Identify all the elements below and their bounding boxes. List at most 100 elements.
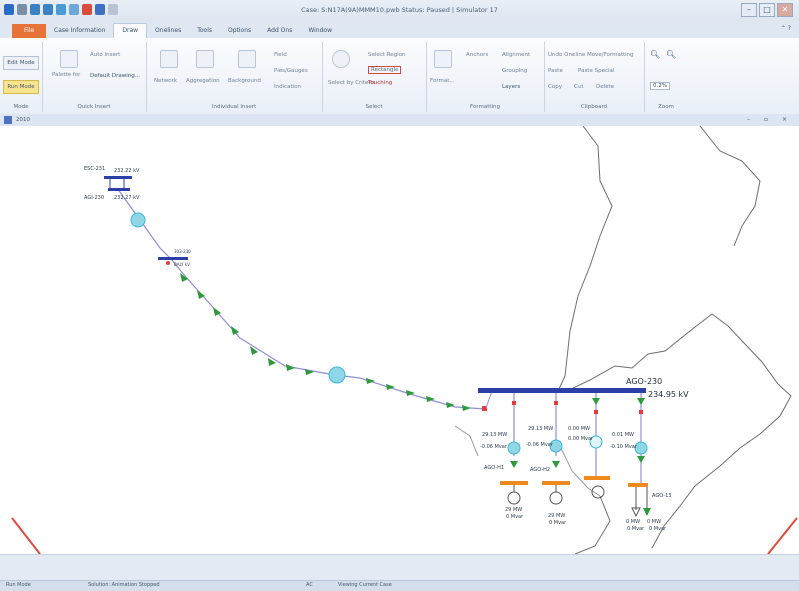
bottom-panel <box>0 554 799 581</box>
palette-icon[interactable] <box>60 50 78 68</box>
status-ac: AC <box>306 582 313 588</box>
label-gen-2-mw: 29 MW <box>548 513 566 519</box>
group-label-select: Select <box>365 104 383 110</box>
label-agi-230-name: AGI-230 <box>84 195 105 201</box>
run-mode-button[interactable]: Run Mode <box>3 80 39 94</box>
zoom-in-icon[interactable]: 🔍︎ <box>650 50 660 59</box>
label-esc-231-kv: 232.22 kV <box>114 168 140 174</box>
tab-tools[interactable]: Tools <box>189 24 220 38</box>
oneline-diagram[interactable] <box>0 126 799 554</box>
touching-dropdown[interactable]: Touching <box>368 80 392 86</box>
copy-button[interactable]: Copy <box>548 84 562 90</box>
label-esc-231-name: ESC-231 <box>84 166 106 172</box>
tab-add-ons[interactable]: Add Ons <box>259 24 300 38</box>
format-button[interactable]: Format... <box>430 78 455 84</box>
label-load-mvar: 0 Mvar <box>627 526 645 532</box>
red-boundary-right <box>767 517 798 554</box>
flow-arrow <box>231 326 239 335</box>
help-icon[interactable]: ⌃ ? <box>781 25 791 32</box>
status-bar: Run Mode Solution: Animation Stopped AC … <box>0 580 799 591</box>
group-label-individual-insert: Individual Insert <box>211 104 257 110</box>
group-select: Select by Criteria Select Region Rectang… <box>322 42 427 112</box>
zoom-out-icon[interactable]: 🔍︎ <box>666 50 676 59</box>
minimize-button[interactable]: – <box>741 3 757 17</box>
select-region-button[interactable]: Select Region <box>368 52 406 58</box>
group-label-mode: Mode <box>13 104 29 110</box>
label-flow-4-mw: 0.01 MW <box>612 432 634 438</box>
document-name[interactable]: 2010 <box>16 117 30 123</box>
maximize-button[interactable]: □ <box>759 3 775 17</box>
format-icon[interactable] <box>434 50 452 68</box>
grouping-button[interactable]: Grouping <box>502 68 527 74</box>
feeder-4 <box>628 393 651 518</box>
field-button[interactable]: Field <box>274 52 287 58</box>
tab-onelines[interactable]: Onelines <box>147 24 189 38</box>
alignment-button[interactable]: Alignment <box>502 52 530 58</box>
tab-window[interactable]: Window <box>300 24 340 38</box>
window-controls: – □ ✕ <box>741 3 793 17</box>
background-icon[interactable] <box>238 50 256 68</box>
tab-case-information[interactable]: Case Information <box>46 24 113 38</box>
label-flow-1-mvar: -0.06 Mvar <box>480 444 507 450</box>
feeder-2 <box>542 393 570 505</box>
undo-button[interactable]: Undo Oneline Move/Formatting <box>548 52 634 58</box>
label-flow-1-mw: 29.13 MW <box>482 432 508 438</box>
tab-file[interactable]: File <box>12 24 47 38</box>
label-gen-1-mvar: 0 Mvar <box>506 514 524 520</box>
group-label-clipboard: Clipboard <box>580 104 608 110</box>
oneline-icon <box>4 116 12 124</box>
pies-gauges-button[interactable]: Pies/Gauges <box>274 68 308 74</box>
status-solution: Solution: Animation Stopped <box>88 582 160 588</box>
label-flow-2-mvar: -0.06 Mvar <box>526 442 553 448</box>
paste-button[interactable]: Paste <box>548 68 563 74</box>
breaker-mid <box>166 261 170 265</box>
tab-draw[interactable]: Draw <box>113 23 148 38</box>
label-flow-3-mvar: 0.00 Mvar <box>568 436 594 442</box>
layers-button[interactable]: Layers <box>502 84 520 90</box>
background-button[interactable]: Background <box>228 78 261 84</box>
group-label-formatting: Formatting <box>469 104 501 110</box>
bus-ago-230 <box>478 388 646 393</box>
aggregation-button[interactable]: Aggregation <box>186 78 220 84</box>
auto-insert-button[interactable]: Auto Insert <box>90 52 120 58</box>
indication-button[interactable]: Indication <box>274 84 301 90</box>
label-load-2-mvar: 0 Mvar <box>649 526 667 532</box>
delete-button[interactable]: Delete <box>596 84 614 90</box>
group-formatting: Format... Anchors Alignment Grouping Lay… <box>426 42 545 112</box>
ribbon: Edit Mode Run Mode Mode Palette for Auto… <box>0 38 799 115</box>
group-zoom: 🔍︎ 🔍︎ 0.2% Zoom <box>644 42 688 112</box>
flow-arrow <box>366 378 375 384</box>
aggregation-icon[interactable] <box>196 50 214 68</box>
default-drawing-button[interactable]: Default Drawing... <box>90 73 140 79</box>
tab-options[interactable]: Options <box>220 24 259 38</box>
edit-mode-button[interactable]: Edit Mode <box>3 56 39 70</box>
zoom-value-field[interactable]: 0.2% <box>650 82 670 90</box>
label-ago-230-name: AGO-230 <box>626 377 663 386</box>
rectangle-dropdown[interactable]: Rectangle <box>368 66 402 74</box>
palette-button[interactable]: Palette for <box>52 72 80 78</box>
group-label-quick-insert: Quick Insert <box>77 104 111 110</box>
cut-button[interactable]: Cut <box>574 84 583 90</box>
bus-esc-231 <box>104 176 132 179</box>
map-boundary-west <box>454 425 479 457</box>
flow-arrow <box>286 364 295 371</box>
label-303-230-name: 303-230 <box>174 249 191 254</box>
feeder-3 <box>584 393 610 499</box>
network-button[interactable]: Network <box>154 78 177 84</box>
label-load-2-mw: 0 MW <box>647 519 662 525</box>
document-window-controls[interactable]: – ▫ × <box>747 116 793 123</box>
close-button[interactable]: ✕ <box>777 3 793 17</box>
select-criteria-icon[interactable] <box>332 50 350 68</box>
group-quick-insert: Palette for Auto Insert Default Drawing.… <box>42 42 147 112</box>
paste-special-button[interactable]: Paste Special <box>578 68 614 74</box>
red-boundary-left <box>11 517 41 554</box>
status-mode: Run Mode <box>6 582 31 588</box>
anchors-button[interactable]: Anchors <box>466 52 488 58</box>
map-boundary-south <box>574 495 611 554</box>
label-303-230-kv: BALY kV <box>174 262 190 267</box>
label-gen-2-mvar: 0 Mvar <box>549 520 567 526</box>
oneline-canvas[interactable]: ESC-231 232.22 kV AGI-230 232.27 kV 303-… <box>0 126 799 554</box>
network-icon[interactable] <box>160 50 178 68</box>
window-title: Case: S:N17A(9A)MMM10.pwb Status: Paused… <box>301 6 498 14</box>
group-mode: Edit Mode Run Mode Mode <box>0 42 43 112</box>
